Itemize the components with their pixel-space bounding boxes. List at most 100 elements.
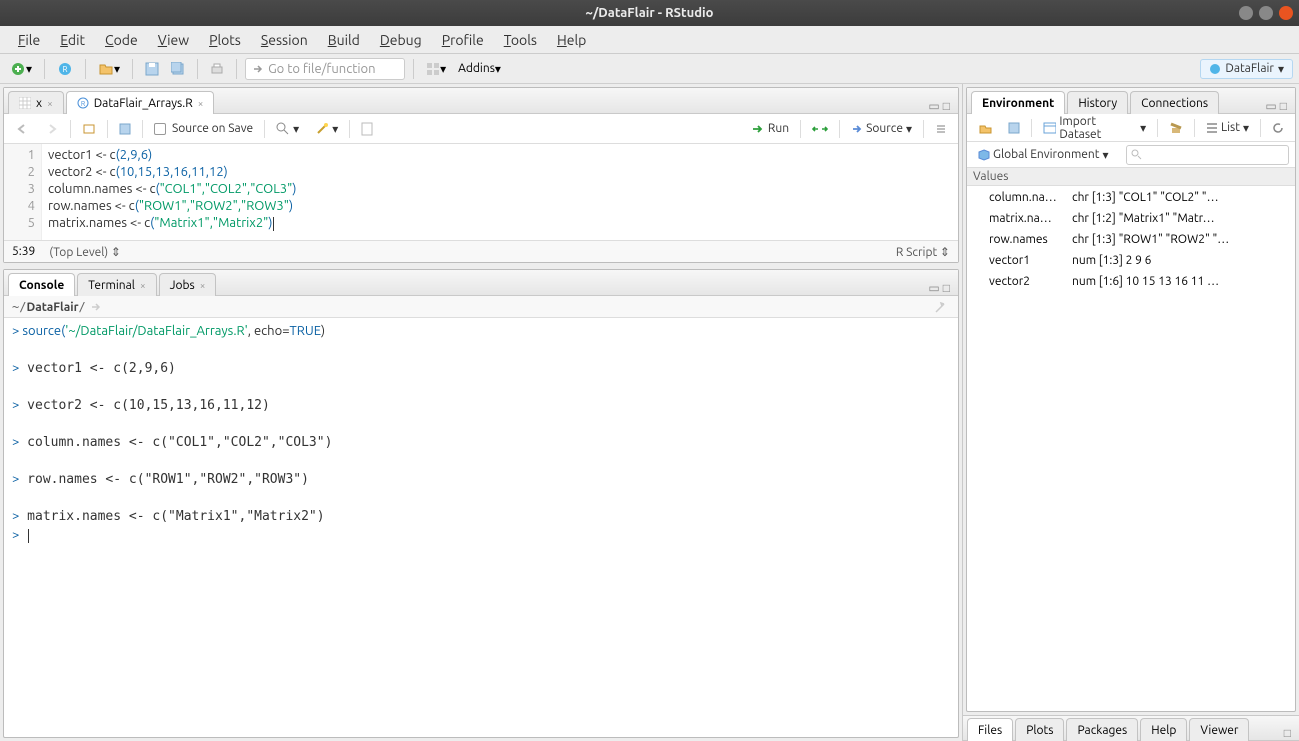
clear-console-icon[interactable] bbox=[934, 300, 950, 314]
show-document-outline-icon[interactable] bbox=[930, 121, 952, 137]
tab-data-x[interactable]: x × bbox=[8, 91, 64, 114]
arrow-icon[interactable] bbox=[90, 302, 102, 312]
tab-files[interactable]: Files bbox=[967, 718, 1013, 741]
load-workspace-icon[interactable] bbox=[973, 120, 997, 136]
menu-profile[interactable]: Profile bbox=[432, 29, 494, 51]
menu-build[interactable]: Build bbox=[318, 29, 370, 51]
env-toolbar: Import Dataset ▾ List ▾ bbox=[967, 114, 1295, 142]
close-icon[interactable]: × bbox=[198, 98, 204, 109]
wand-icon[interactable]: ▾ bbox=[310, 120, 343, 138]
new-project-icon[interactable]: R bbox=[53, 59, 77, 79]
source-button[interactable]: Source ▾ bbox=[846, 120, 917, 138]
tab-plots[interactable]: Plots bbox=[1015, 718, 1064, 741]
console-tabstrip: Console Terminal × Jobs × ▭ □ bbox=[4, 270, 958, 296]
menu-view[interactable]: View bbox=[148, 29, 199, 51]
tab-viewer[interactable]: Viewer bbox=[1189, 718, 1249, 741]
console-working-dir: ~/DataFlair/ bbox=[4, 296, 958, 318]
menu-help[interactable]: Help bbox=[547, 29, 596, 51]
run-button[interactable]: Run bbox=[746, 120, 794, 137]
cube-icon bbox=[978, 149, 990, 161]
save-icon[interactable] bbox=[114, 121, 136, 137]
save-workspace-icon[interactable] bbox=[1003, 120, 1025, 136]
env-row[interactable]: matrix.na…chr [1:2] "Matrix1" "Matr… bbox=[969, 209, 1293, 228]
show-in-new-window-icon[interactable] bbox=[77, 121, 101, 137]
menu-code[interactable]: Code bbox=[95, 29, 148, 51]
source-on-save-checkbox[interactable]: Source on Save bbox=[149, 120, 258, 137]
menubar: FileEditCodeViewPlotsSessionBuildDebugPr… bbox=[0, 26, 1299, 54]
main-toolbar: ▾ R ▾ Go to file/function ▾ Addins ▾ Dat… bbox=[0, 54, 1299, 84]
refresh-icon[interactable] bbox=[1267, 120, 1289, 136]
project-dropdown[interactable]: DataFlair ▾ bbox=[1200, 59, 1293, 79]
clear-objects-icon[interactable] bbox=[1164, 120, 1188, 136]
menu-tools[interactable]: Tools bbox=[494, 29, 547, 51]
env-section-values: Values bbox=[967, 168, 1295, 186]
minimize-icon[interactable] bbox=[1239, 6, 1253, 20]
print-icon[interactable] bbox=[206, 60, 228, 78]
menu-edit[interactable]: Edit bbox=[50, 29, 95, 51]
compile-report-icon[interactable] bbox=[356, 120, 378, 138]
svg-text:R: R bbox=[63, 65, 68, 74]
forward-icon[interactable] bbox=[40, 121, 64, 137]
tab-rscript[interactable]: R DataFlair_Arrays.R × bbox=[66, 91, 215, 114]
save-all-icon[interactable] bbox=[167, 60, 189, 78]
code-editor[interactable]: 1 2 3 4 5 vector1 <- c(2,9,6) vector2 <-… bbox=[4, 144, 958, 240]
tab-help[interactable]: Help bbox=[1140, 718, 1187, 741]
maximize-pane-icon[interactable]: □ bbox=[1280, 99, 1287, 113]
environment-pane: Environment History Connections ▭ □ Impor… bbox=[966, 87, 1296, 712]
tab-connections[interactable]: Connections bbox=[1130, 91, 1219, 114]
env-row[interactable]: vector2num [1:6] 10 15 13 16 11 … bbox=[969, 272, 1293, 291]
r-project-icon bbox=[1209, 63, 1221, 75]
maximize-icon[interactable] bbox=[1259, 6, 1273, 20]
tab-environment[interactable]: Environment bbox=[971, 91, 1065, 114]
new-file-icon[interactable]: ▾ bbox=[6, 59, 36, 79]
env-row[interactable]: column.na…chr [1:3] "COL1" "COL2" "… bbox=[969, 188, 1293, 207]
lower-right-tabstrip: Files Plots Packages Help Viewer □ bbox=[963, 715, 1299, 741]
console-output[interactable]: > source('~/DataFlair/DataFlair_Arrays.R… bbox=[4, 318, 958, 737]
scope-indicator[interactable]: (Top Level) ⇕ bbox=[49, 245, 121, 259]
tab-terminal[interactable]: Terminal × bbox=[77, 273, 156, 296]
save-icon[interactable] bbox=[141, 60, 163, 78]
search-icon bbox=[1131, 149, 1142, 160]
env-scope-bar: Global Environment ▾ bbox=[967, 142, 1295, 168]
env-tabstrip: Environment History Connections ▭ □ bbox=[967, 88, 1295, 114]
maximize-pane-icon[interactable]: □ bbox=[1284, 726, 1291, 740]
goto-file-input[interactable]: Go to file/function bbox=[245, 58, 405, 80]
close-icon[interactable]: × bbox=[140, 280, 146, 291]
tab-jobs[interactable]: Jobs × bbox=[159, 273, 217, 296]
source-toolbar: Source on Save ▾ ▾ Run Source ▾ bbox=[4, 114, 958, 144]
menu-plots[interactable]: Plots bbox=[199, 29, 251, 51]
import-dataset-dropdown[interactable]: Import Dataset ▾ bbox=[1038, 113, 1151, 143]
tab-packages[interactable]: Packages bbox=[1066, 718, 1138, 741]
file-type-indicator[interactable]: R Script ⇕ bbox=[896, 245, 950, 259]
addins-dropdown[interactable]: Addins ▾ bbox=[454, 60, 505, 78]
env-search-input[interactable] bbox=[1126, 145, 1289, 165]
minimize-pane-icon[interactable]: ▭ bbox=[928, 99, 939, 113]
source-pane: x × R DataFlair_Arrays.R × ▭□ Source on bbox=[3, 87, 959, 263]
scope-dropdown[interactable]: Global Environment ▾ bbox=[973, 146, 1114, 164]
titlebar[interactable]: ~/DataFlair - RStudio bbox=[0, 0, 1299, 26]
maximize-pane-icon[interactable]: □ bbox=[943, 281, 950, 295]
menu-debug[interactable]: Debug bbox=[370, 29, 432, 51]
find-icon[interactable]: ▾ bbox=[271, 120, 304, 138]
tab-history[interactable]: History bbox=[1067, 91, 1128, 114]
source-statusbar: 5:39 (Top Level) ⇕ R Script ⇕ bbox=[4, 240, 958, 262]
menu-session[interactable]: Session bbox=[251, 29, 318, 51]
back-icon[interactable] bbox=[10, 121, 34, 137]
env-row[interactable]: row.nameschr [1:3] "ROW1" "ROW2" "… bbox=[969, 230, 1293, 249]
minimize-pane-icon[interactable]: ▭ bbox=[928, 281, 939, 295]
tab-console[interactable]: Console bbox=[8, 273, 75, 296]
menu-file[interactable]: File bbox=[8, 29, 50, 51]
list-view-dropdown[interactable]: List ▾ bbox=[1201, 119, 1254, 137]
source-tabstrip: x × R DataFlair_Arrays.R × ▭ □ bbox=[4, 88, 958, 114]
close-icon[interactable]: × bbox=[200, 280, 206, 291]
maximize-pane-icon[interactable]: □ bbox=[943, 99, 950, 113]
open-file-icon[interactable]: ▾ bbox=[94, 59, 124, 79]
rerun-icon[interactable] bbox=[807, 121, 833, 137]
close-icon[interactable]: × bbox=[47, 98, 53, 109]
grid-icon[interactable]: ▾ bbox=[422, 60, 450, 78]
close-icon[interactable] bbox=[1279, 6, 1293, 20]
env-row[interactable]: vector1num [1:3] 2 9 6 bbox=[969, 251, 1293, 270]
env-values-table: column.na…chr [1:3] "COL1" "COL2" "… matr… bbox=[967, 186, 1295, 293]
minimize-pane-icon[interactable]: ▭ bbox=[1265, 99, 1276, 113]
arrow-icon bbox=[252, 63, 264, 75]
